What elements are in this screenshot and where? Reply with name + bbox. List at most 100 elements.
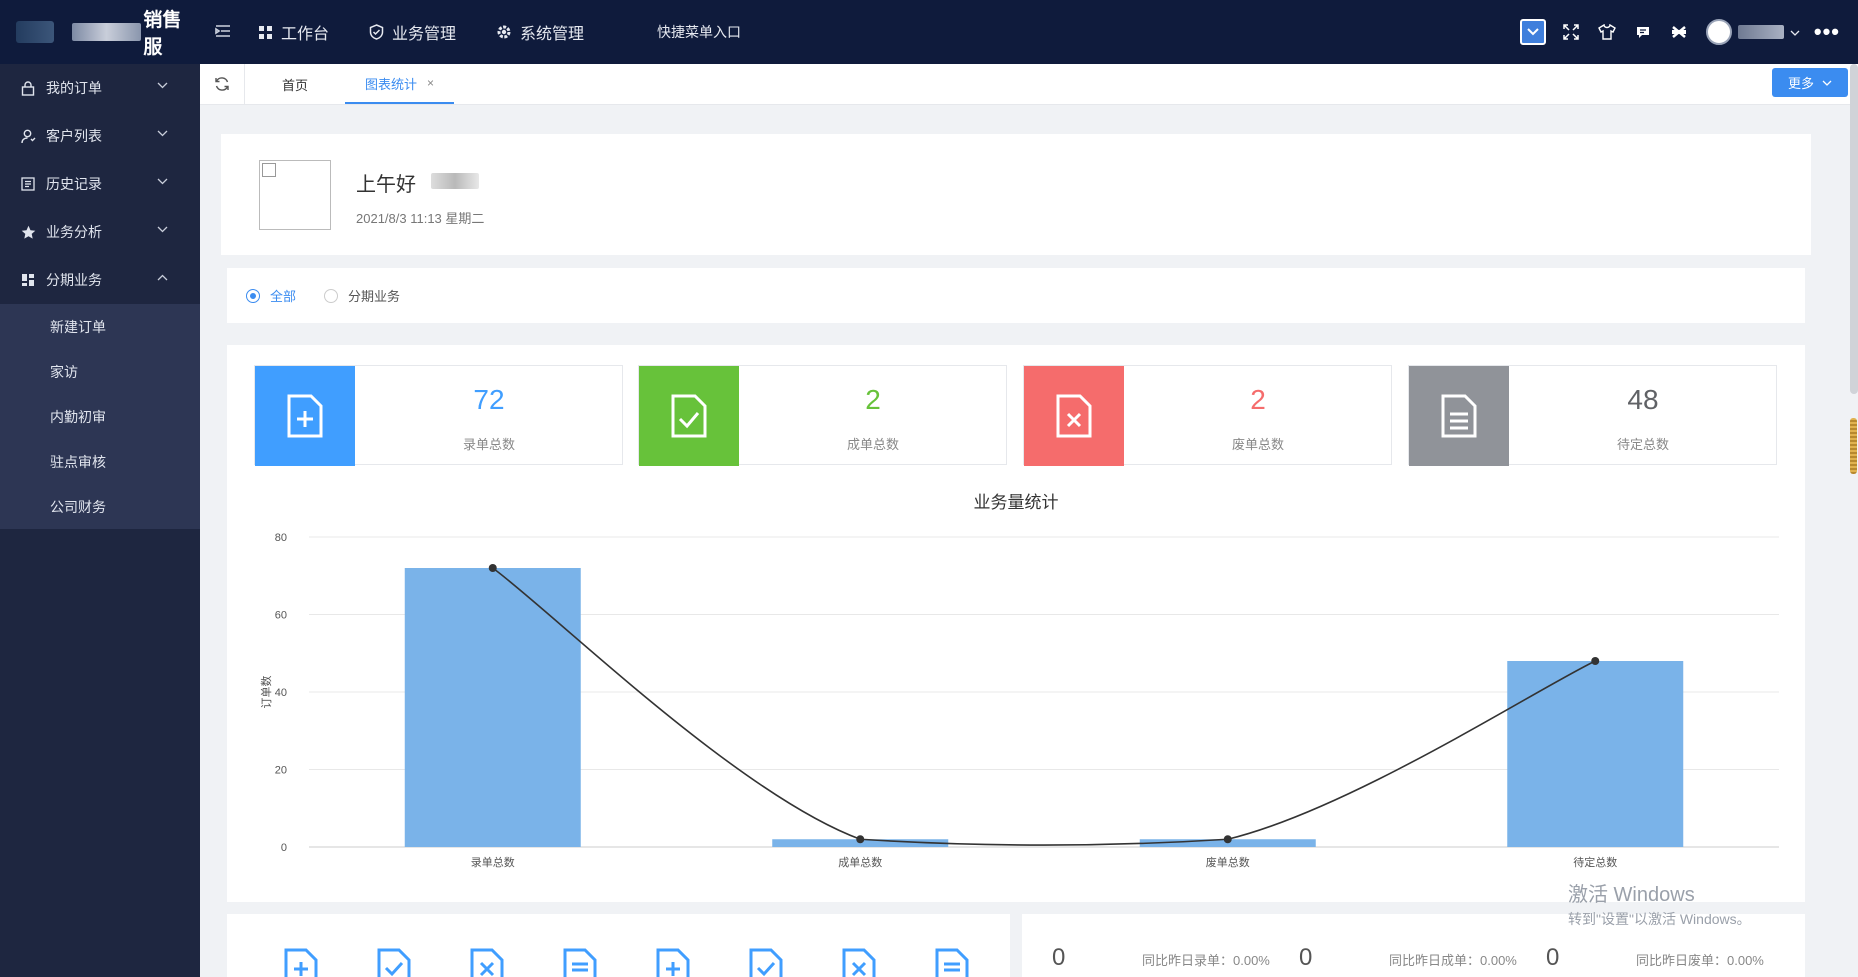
- greeting-avatar: [259, 160, 331, 230]
- tab-chart-stats[interactable]: 图表统计 ×: [345, 64, 455, 104]
- x-tick-label: 废单总数: [1206, 855, 1250, 869]
- doc-add-icon[interactable]: [655, 948, 691, 977]
- radio-label: 分期业务: [348, 289, 401, 304]
- dashboard-icon: [20, 272, 36, 288]
- topnav-label: 业务管理: [392, 26, 457, 43]
- user-avatar[interactable]: [1705, 19, 1732, 45]
- scrollbar[interactable]: [1850, 64, 1858, 394]
- x-tick-label: 成单总数: [838, 855, 882, 869]
- sidebar-item-analysis[interactable]: 业务分析: [0, 208, 200, 256]
- message-icon[interactable]: [1632, 21, 1654, 43]
- fullscreen-icon[interactable]: [1560, 21, 1582, 43]
- x-tick-label: 录单总数: [471, 855, 515, 869]
- sidebar-item-my-orders[interactable]: 我的订单: [0, 64, 200, 112]
- sidebar-item-installment[interactable]: 分期业务: [0, 256, 200, 304]
- chevron-down-icon: [157, 82, 168, 89]
- sidebar-subitem-finance[interactable]: 公司财务: [0, 484, 200, 529]
- menu-toggle-icon[interactable]: [210, 22, 236, 43]
- logo-image: [16, 21, 54, 43]
- stat-card-closed[interactable]: 2 成单总数: [638, 365, 1007, 466]
- chevron-down-icon: [157, 226, 168, 233]
- compare-label: 同比昨日废单：0.00%: [1636, 953, 1764, 968]
- sidebar-item-label: 历史记录: [46, 176, 102, 192]
- theme-shirt-icon[interactable]: [1596, 21, 1618, 43]
- dropdown-toggle-icon[interactable]: [1519, 19, 1546, 45]
- lock-icon: [20, 80, 36, 96]
- close-icon[interactable]: ×: [427, 76, 434, 90]
- topnav-label: 系统管理: [520, 26, 585, 43]
- topnav-business[interactable]: 业务管理: [369, 20, 456, 44]
- radio-installment[interactable]: 分期业务: [324, 286, 400, 305]
- sidebar-item-history[interactable]: 历史记录: [0, 160, 200, 208]
- tab-home[interactable]: 首页: [245, 64, 345, 104]
- doc-check-icon[interactable]: [376, 948, 412, 977]
- doc-x-icon[interactable]: [841, 948, 877, 977]
- topnav-workbench[interactable]: 工作台: [258, 20, 329, 44]
- y-tick-label: 40: [275, 687, 287, 699]
- gear-icon: [497, 25, 511, 39]
- stat-card-entered[interactable]: 72 录单总数: [254, 365, 623, 466]
- doc-check-icon[interactable]: [748, 948, 784, 977]
- y-tick-label: 60: [275, 610, 287, 622]
- quick-actions-panel: [227, 914, 1010, 977]
- stat-label: 成单总数: [846, 437, 899, 452]
- top-bar: 销售服 工作台 业务管理 系统管理 快捷菜单入口 •••: [0, 0, 1858, 64]
- filter-bar: 全部 分期业务: [227, 268, 1805, 323]
- shield-icon: [369, 24, 384, 40]
- line-point-待定总数: [1591, 657, 1600, 665]
- stat-card-pending[interactable]: 48 待定总数: [1408, 365, 1777, 466]
- doc-text-icon[interactable]: [934, 948, 970, 977]
- more-dots-icon[interactable]: •••: [1814, 19, 1840, 45]
- radio-dot: [324, 288, 339, 303]
- sidebar-subitem-initial-review[interactable]: 内勤初审: [0, 394, 200, 439]
- radio-all[interactable]: 全部: [246, 286, 296, 305]
- chart-title: 业务量统计: [973, 493, 1059, 512]
- doc-text-icon[interactable]: [562, 948, 598, 977]
- stat-value: 72: [473, 384, 505, 415]
- doc-add-icon[interactable]: [283, 948, 319, 977]
- y-tick-label: 80: [275, 532, 287, 544]
- series-line: [492, 567, 1596, 846]
- user-icon: [20, 128, 36, 144]
- windows-activation-watermark: 激活 Windows 转到"设置"以激活 Windows。: [1568, 878, 1751, 929]
- top-right-tools: •••: [1519, 0, 1840, 64]
- logo-blurred-text: [71, 23, 142, 41]
- compare-label: 同比昨日成单：0.00%: [1389, 953, 1517, 968]
- y-tick-label: 0: [281, 842, 287, 854]
- compare-value: 0: [1052, 944, 1066, 971]
- more-label: 更多: [1787, 76, 1814, 91]
- sidebar-subitem-site-audit[interactable]: 驻点审核: [0, 439, 200, 484]
- sidebar-subitem-new-order[interactable]: 新建订单: [0, 304, 200, 349]
- topnav-system[interactable]: 系统管理: [496, 20, 584, 44]
- y-tick-label: 20: [275, 765, 287, 777]
- sidebar-submenu: 新建订单 家访 内勤初审 驻点审核 公司财务: [0, 304, 200, 529]
- stat-value: 2: [1250, 384, 1266, 415]
- tab-label: 首页: [282, 77, 309, 93]
- sidebar-item-label: 我的订单: [46, 80, 102, 96]
- doc-x-icon: [1024, 366, 1124, 466]
- scrollbar-handle[interactable]: [1850, 418, 1857, 474]
- stat-label: 废单总数: [1231, 437, 1284, 452]
- quick-menu-entry[interactable]: 快捷菜单入口: [657, 22, 741, 42]
- tabs-bar: 首页 图表统计 × 更多: [200, 64, 1858, 105]
- compare-value: 0: [1546, 944, 1560, 971]
- chevron-down-icon: [157, 130, 168, 137]
- chevron-down-icon[interactable]: [1790, 25, 1800, 39]
- stat-value: 48: [1627, 384, 1659, 415]
- doc-add-icon: [255, 366, 355, 466]
- doc-x-icon[interactable]: [469, 948, 505, 977]
- chevron-up-icon: [157, 274, 168, 281]
- logo[interactable]: 销售服: [0, 0, 200, 64]
- tools-icon[interactable]: [1668, 21, 1690, 43]
- sidebar-item-customers[interactable]: 客户列表: [0, 112, 200, 160]
- sidebar-subitem-home-visit[interactable]: 家访: [0, 349, 200, 394]
- chevron-down-icon: [157, 178, 168, 185]
- bar-录单总数: [404, 568, 581, 847]
- chevron-down-icon: [1822, 80, 1832, 86]
- sidebar-item-label: 客户列表: [46, 128, 102, 144]
- more-button[interactable]: 更多: [1772, 68, 1848, 97]
- stats-panel: 72 录单总数 2 成单总数 2 废单总数 48 待定总数 业务量统计 0 20 4…: [227, 345, 1805, 902]
- refresh-icon[interactable]: [200, 64, 245, 104]
- watermark-line2: 转到"设置"以激活 Windows。: [1568, 911, 1751, 927]
- stat-card-void[interactable]: 2 废单总数: [1023, 365, 1392, 466]
